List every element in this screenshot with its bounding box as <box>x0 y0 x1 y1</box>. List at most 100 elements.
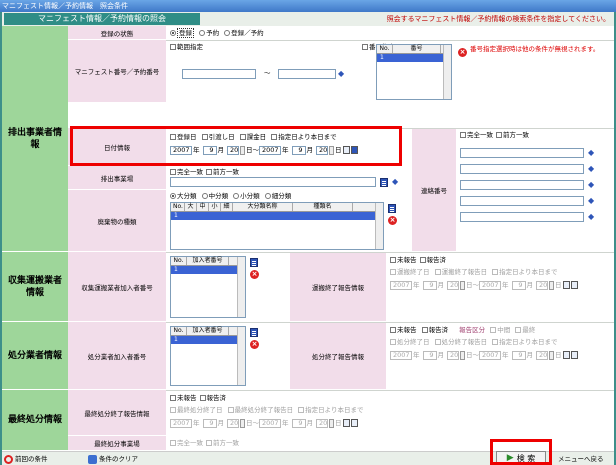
saishu-check-1[interactable]: 最終処分終了日 <box>170 406 223 414</box>
shobun-unreported-check[interactable]: 未報告 <box>390 326 417 334</box>
manifest-from-input[interactable] <box>182 69 256 79</box>
renraku-search-icon-2[interactable]: ◆ <box>588 165 596 173</box>
to-year[interactable]: 2007 <box>259 418 281 428</box>
shobun-reported-check[interactable]: 報告済 <box>421 326 448 334</box>
renraku-prefix-check[interactable]: 前方一致 <box>496 131 529 139</box>
shobun-check-1[interactable]: 処分終了日 <box>390 338 430 346</box>
to-month[interactable]: 9 <box>511 350 526 360</box>
list-item[interactable]: 1 <box>171 336 237 344</box>
from-day[interactable]: 20 <box>447 350 459 360</box>
from-day[interactable]: 20 <box>447 280 459 290</box>
shobun-check-3[interactable]: 指定日より本日まで <box>492 338 558 346</box>
spinner[interactable] <box>549 280 554 290</box>
page-tab: マニフェスト情報／予約情報の照会 <box>4 13 200 25</box>
renraku-input-3[interactable] <box>460 180 584 190</box>
waste-list-icon[interactable] <box>388 204 396 213</box>
renraku-search-icon-4[interactable]: ◆ <box>588 197 596 205</box>
unpan-unreported-check[interactable]: 未報告 <box>390 256 417 264</box>
renraku-input-4[interactable] <box>460 196 584 206</box>
shushu-kanyusha-list[interactable]: No. 加入者番号 1 <box>170 256 246 318</box>
range-check[interactable]: 範囲指定 <box>170 43 206 52</box>
shushu-list-icon[interactable] <box>250 258 258 267</box>
renraku-input-1[interactable] <box>460 148 584 158</box>
radio-sho[interactable]: 小分類 <box>233 192 260 200</box>
shushu-clear-icon[interactable]: × <box>250 270 259 279</box>
manifest-search-icon[interactable]: ◆ <box>338 70 346 78</box>
to-month[interactable]: 9 <box>291 418 306 428</box>
search-icon[interactable] <box>350 419 358 427</box>
to-month[interactable]: 9 <box>511 280 526 290</box>
saishu-check-3[interactable]: 指定日より本日まで <box>298 406 364 414</box>
jigyojo-input[interactable] <box>170 177 376 187</box>
radio-dai[interactable]: 大分類 <box>170 192 197 200</box>
spinner[interactable] <box>329 418 334 428</box>
search-icon[interactable] <box>570 351 578 359</box>
jigyojo-search-icon[interactable]: ◆ <box>392 178 400 186</box>
saishu-exact-check[interactable]: 完全一致 <box>170 439 203 447</box>
waste-clear-icon[interactable]: × <box>388 216 397 225</box>
kubun-saishu-check[interactable]: 最終 <box>515 326 535 334</box>
to-day[interactable]: 20 <box>316 418 328 428</box>
status-radio-yoyaku[interactable]: 予約 <box>199 29 219 37</box>
from-month[interactable]: 9 <box>202 418 217 428</box>
saishu-prefix-check[interactable]: 前方一致 <box>206 439 239 447</box>
scrollbar[interactable] <box>375 203 383 249</box>
search-icon[interactable] <box>570 281 578 289</box>
renraku-search-icon-5[interactable]: ◆ <box>588 213 596 221</box>
renraku-search-icon-1[interactable]: ◆ <box>588 149 596 157</box>
from-month[interactable]: 9 <box>422 280 437 290</box>
jigyojo-exact-check[interactable]: 完全一致 <box>170 168 203 176</box>
to-year[interactable]: 2007 <box>479 350 501 360</box>
to-year[interactable]: 2007 <box>479 280 501 290</box>
calendar-icon[interactable] <box>562 351 570 359</box>
from-year[interactable]: 2007 <box>390 350 412 360</box>
from-month[interactable]: 9 <box>422 350 437 360</box>
list-item[interactable]: 1 <box>377 54 443 62</box>
renraku-input-2[interactable] <box>460 164 584 174</box>
unpan-check-1[interactable]: 運搬終了日 <box>390 268 430 276</box>
jigyojo-list-icon[interactable] <box>380 178 388 187</box>
calendar-icon[interactable] <box>342 419 350 427</box>
manifest-to-input[interactable] <box>278 69 336 79</box>
radio-sai[interactable]: 細分類 <box>264 192 291 200</box>
kubun-chukan-check[interactable]: 中間 <box>490 326 510 334</box>
saishu-reported-check[interactable]: 報告済 <box>199 394 226 402</box>
jigyojo-prefix-check[interactable]: 前方一致 <box>206 168 239 176</box>
renraku-input-5[interactable] <box>460 212 584 222</box>
unpan-check-3[interactable]: 指定日より本日まで <box>492 268 558 276</box>
radio-chu[interactable]: 中分類 <box>201 192 228 200</box>
list-item[interactable]: 1 <box>171 212 375 220</box>
list-item[interactable]: 1 <box>171 266 237 274</box>
to-day[interactable]: 20 <box>536 350 548 360</box>
renraku-search-icon-3[interactable]: ◆ <box>588 181 596 189</box>
shobun-clear-icon[interactable]: × <box>250 340 259 349</box>
saishu-check-2[interactable]: 最終処分終了報告日 <box>227 406 293 414</box>
unpan-reported-check[interactable]: 報告済 <box>419 256 446 264</box>
unpan-check-2[interactable]: 運搬終了報告日 <box>434 268 487 276</box>
spinner[interactable] <box>240 418 245 428</box>
saishu-unreported-check[interactable]: 未報告 <box>170 394 197 402</box>
spinner[interactable] <box>460 280 465 290</box>
scrollbar[interactable] <box>443 45 451 99</box>
manifest-number-list[interactable]: No. 番号 1 <box>376 44 452 100</box>
shobun-list-icon[interactable] <box>250 328 258 337</box>
shobun-kanyusha-list[interactable]: No. 加入者番号 1 <box>170 326 246 386</box>
menu-button[interactable]: メニューへ戻る <box>558 453 604 465</box>
from-year[interactable]: 2007 <box>170 418 192 428</box>
renraku-exact-check[interactable]: 完全一致 <box>460 131 493 139</box>
to-day[interactable]: 20 <box>536 280 548 290</box>
shobun-check-2[interactable]: 処分終了報告日 <box>434 338 487 346</box>
calendar-icon[interactable] <box>562 281 570 289</box>
scrollbar[interactable] <box>237 257 245 317</box>
from-day[interactable]: 20 <box>227 418 239 428</box>
scrollbar[interactable] <box>237 327 245 385</box>
status-radio-touroku[interactable]: 登録 <box>170 28 194 38</box>
from-year[interactable]: 2007 <box>390 280 412 290</box>
clear-condition-button[interactable]: 条件のクリア <box>88 453 138 465</box>
clear-list-icon[interactable]: × <box>458 48 467 57</box>
spinner[interactable] <box>549 350 554 360</box>
prev-condition-button[interactable]: 前回の条件 <box>4 453 48 465</box>
waste-list[interactable]: No. 大 中 小 細 大分類名称 種類名 1 <box>170 202 384 250</box>
status-radio-both[interactable]: 登録／予約 <box>224 29 264 37</box>
spinner[interactable] <box>460 350 465 360</box>
